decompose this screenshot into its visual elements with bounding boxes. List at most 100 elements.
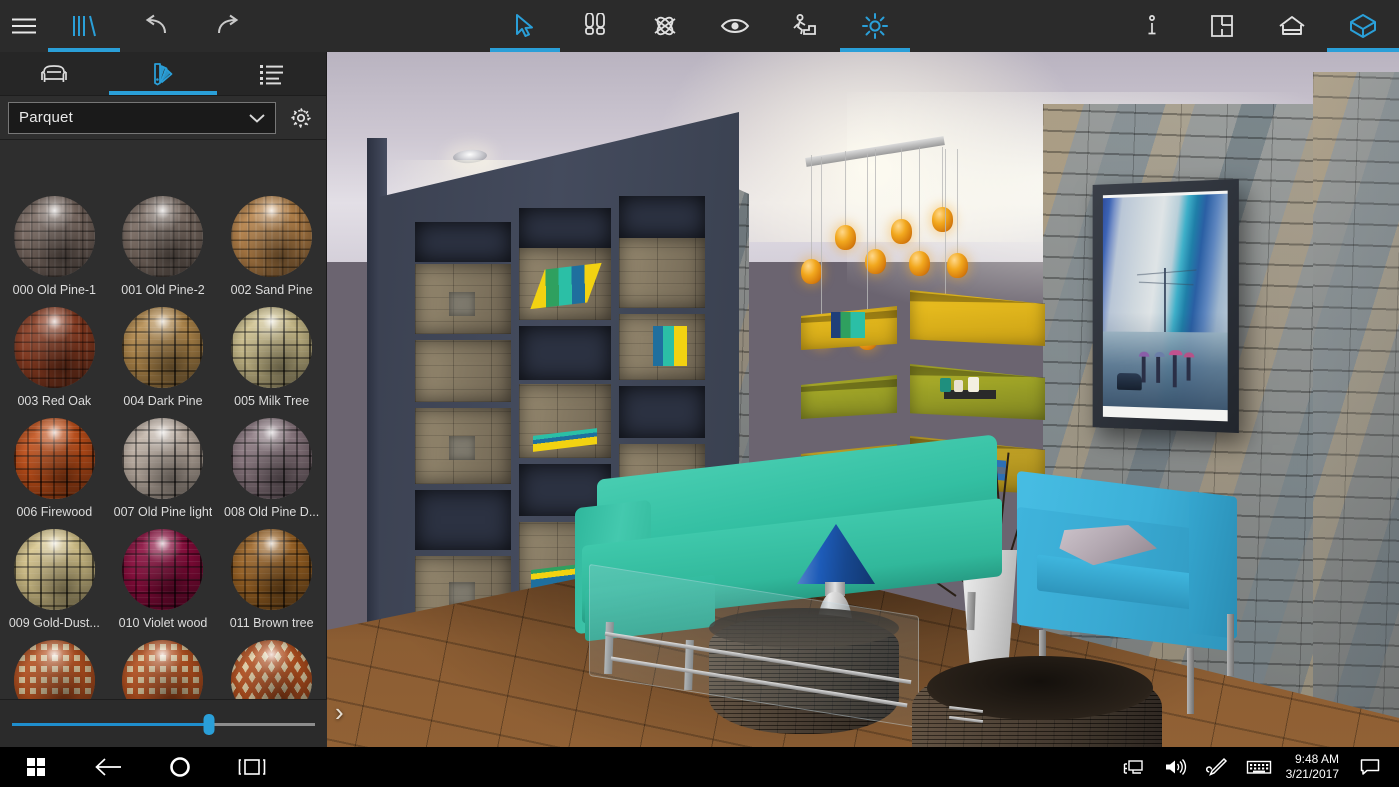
material-swatch[interactable]: 004 Dark Pine xyxy=(109,301,218,412)
book-stack xyxy=(831,312,865,338)
material-swatch-label: 002 Sand Pine xyxy=(230,283,313,297)
bookshelf-cubby xyxy=(519,248,611,320)
material-swatch[interactable]: 005 Milk Tree xyxy=(217,301,326,412)
framed-painting[interactable] xyxy=(1092,178,1239,434)
taskbar-clock[interactable]: 9:48 AM 3/21/2017 xyxy=(1280,752,1349,782)
material-swatch-label: 008 Old Pine D... xyxy=(224,505,320,519)
swatch-size-slider[interactable] xyxy=(12,713,315,735)
pen-icon[interactable] xyxy=(1196,747,1238,787)
material-category-dropdown[interactable]: Parquet xyxy=(8,101,276,134)
footprints-icon xyxy=(585,13,605,35)
main-toolbar xyxy=(0,0,1399,52)
stone-wall-shading xyxy=(1313,72,1399,747)
material-swatch-label: 004 Dark Pine xyxy=(123,394,203,408)
slider-thumb[interactable] xyxy=(203,713,215,735)
orbit-tool[interactable] xyxy=(630,0,700,52)
art-car xyxy=(1117,372,1143,391)
chevron-down-icon xyxy=(249,113,265,123)
library-button[interactable] xyxy=(48,0,120,52)
lighting-tool[interactable] xyxy=(840,0,910,52)
armchair-icon xyxy=(41,64,68,82)
clock-date: 3/21/2017 xyxy=(1285,767,1339,781)
touch-keyboard-icon[interactable] xyxy=(1238,747,1280,787)
category-selector-row: Parquet xyxy=(0,96,326,140)
climb-tool[interactable] xyxy=(770,0,840,52)
material-swatch[interactable]: 008 Old Pine D... xyxy=(217,412,326,523)
material-swatch[interactable]: 001 Old Pine-2 xyxy=(109,190,218,301)
tab-furniture[interactable] xyxy=(0,52,109,95)
bookshelf-cubby xyxy=(415,264,511,334)
material-swatch-label: 007 Old Pine light xyxy=(113,505,213,519)
bookshelf-cubby xyxy=(519,384,611,458)
monitor-network-icon xyxy=(1123,760,1143,774)
floorplan-button[interactable] xyxy=(1187,0,1257,52)
select-tool[interactable] xyxy=(490,0,560,52)
material-swatch[interactable]: 003 Red Oak xyxy=(0,301,109,412)
wall-niche-yellow-left[interactable] xyxy=(801,306,897,350)
bookshelf-cubby xyxy=(415,340,511,402)
start-button[interactable] xyxy=(0,747,72,787)
back-arrow-icon xyxy=(95,758,121,776)
material-swatch-scroll-area[interactable]: 000 Old Pine-1 001 Old Pine-2 002 Sand Pin… xyxy=(0,184,326,751)
back-button[interactable] xyxy=(72,747,144,787)
expand-panel-chevron[interactable]: › xyxy=(335,699,344,725)
cortana-button[interactable] xyxy=(144,747,216,787)
tab-list[interactable] xyxy=(217,52,326,95)
material-swatch-label: 003 Red Oak xyxy=(17,394,92,408)
home-2d-button[interactable] xyxy=(1257,0,1327,52)
stylus-pen-icon xyxy=(1205,757,1227,776)
view-tool[interactable] xyxy=(700,0,770,52)
task-view-icon xyxy=(238,759,266,775)
material-swatch-label: 005 Milk Tree xyxy=(234,394,310,408)
material-swatch[interactable]: 011 Brown tree xyxy=(217,523,326,634)
color-swatch-fan-icon xyxy=(154,62,173,85)
wall-niche-yellow-right[interactable] xyxy=(910,290,1045,346)
bookshelf-cubby xyxy=(619,314,705,380)
material-preview-sphere xyxy=(13,418,95,499)
windows-taskbar: 9:48 AM 3/21/2017 xyxy=(0,747,1399,787)
network-icon[interactable] xyxy=(1112,747,1154,787)
material-swatch-label: 009 Gold-Dust... xyxy=(8,616,100,630)
material-swatch[interactable]: 009 Gold-Dust... xyxy=(0,523,109,634)
material-swatch-label: 006 Firewood xyxy=(16,505,93,519)
action-center-button[interactable] xyxy=(1349,747,1391,787)
redo-button[interactable] xyxy=(192,0,264,52)
material-preview-sphere xyxy=(13,196,95,277)
sofa-leg xyxy=(966,591,976,631)
keyboard-icon xyxy=(1246,760,1271,774)
material-swatch[interactable]: 006 Firewood xyxy=(0,412,109,523)
art-wet-street xyxy=(1102,331,1228,411)
material-swatch[interactable]: 000 Old Pine-1 xyxy=(0,190,109,301)
3d-scene-viewport[interactable]: › xyxy=(327,52,1399,747)
material-preview-sphere xyxy=(231,307,313,388)
material-swatch[interactable]: 007 Old Pine light xyxy=(109,412,218,523)
material-swatch[interactable]: 002 Sand Pine xyxy=(217,190,326,301)
redo-arrow-icon xyxy=(218,14,239,34)
view-3d-button[interactable] xyxy=(1327,0,1399,52)
materials-sidebar: Parquet 000 Old Pine-1 001 Old Pine-2 002 … xyxy=(0,52,327,747)
orbit-atom-icon xyxy=(654,16,676,36)
windows-logo-icon xyxy=(26,757,46,777)
material-swatch[interactable]: 010 Violet wood xyxy=(109,523,218,634)
wall-niche-olive-right[interactable] xyxy=(910,364,1045,420)
info-button[interactable] xyxy=(1117,0,1187,52)
volume-icon[interactable] xyxy=(1154,747,1196,787)
watercolor-artwork xyxy=(1102,193,1228,411)
walkthrough-tool[interactable] xyxy=(560,0,630,52)
undo-button[interactable] xyxy=(120,0,192,52)
material-preview-sphere xyxy=(231,196,313,277)
menu-button[interactable] xyxy=(0,0,48,52)
bookshelf-cubby xyxy=(415,490,511,550)
task-view-button[interactable] xyxy=(216,747,288,787)
bookshelf-cubby xyxy=(519,326,611,380)
person-stairs-icon xyxy=(793,14,816,35)
speech-bubble-icon xyxy=(1360,759,1380,775)
material-swatch-label: 010 Violet wood xyxy=(118,616,208,630)
material-swatch-label: 001 Old Pine-2 xyxy=(121,283,205,297)
material-settings-button[interactable] xyxy=(284,101,318,135)
hamburger-menu-icon xyxy=(12,18,36,34)
material-preview-sphere xyxy=(13,529,95,610)
tab-materials[interactable] xyxy=(108,52,218,95)
wall-niche-olive-left[interactable] xyxy=(801,375,897,419)
material-swatch-label: 000 Old Pine-1 xyxy=(12,283,97,297)
